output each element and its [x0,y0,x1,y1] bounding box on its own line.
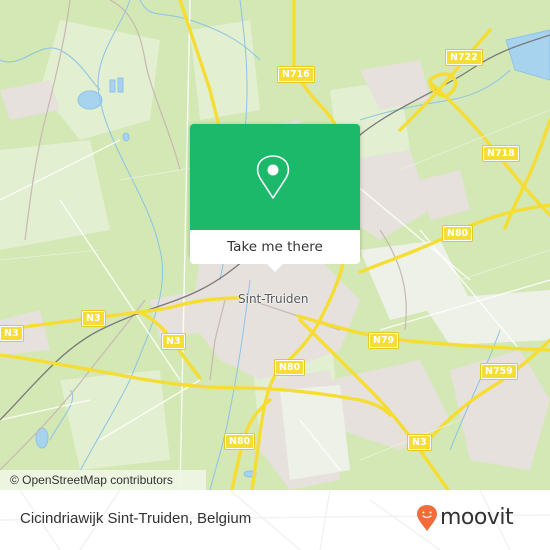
road-label-n3-west-edge: N3 [0,325,24,342]
map-attribution[interactable]: © OpenStreetMap contributors [0,470,206,490]
footer-bar: Cicindriawijk Sint-Truiden, Belgium moov… [0,490,550,550]
location-popup: Take me there [190,124,360,272]
road-label-n79: N79 [367,332,400,349]
map-pin-icon [256,155,290,199]
road-label-n3-west: N3 [81,310,106,327]
moovit-logo[interactable]: moovit [416,504,514,532]
take-me-there-button[interactable]: Take me there [190,230,360,264]
road-label-n3-south: N3 [407,434,432,451]
popup-pointer [267,264,283,272]
moovit-wordmark: moovit [440,505,514,530]
road-label-n80-east: N80 [441,225,474,242]
road-label-n716: N716 [277,66,315,83]
popup-header [190,124,360,230]
road-label-n759: N759 [480,363,518,380]
city-label: Sint-Truiden [238,292,309,306]
road-label-n80-south: N80 [223,433,256,450]
road-label-n80-center: N80 [273,359,306,376]
place-name: Cicindriawijk Sint-Truiden, Belgium [20,510,252,527]
map-view[interactable]: N716 N722 N718 N80 N3 N3 N3 N79 N80 N759… [0,0,550,490]
road-label-n722: N722 [445,49,483,66]
road-label-n3-center: N3 [161,333,186,350]
road-label-n718: N718 [482,145,520,162]
moovit-pin-icon [417,505,437,531]
